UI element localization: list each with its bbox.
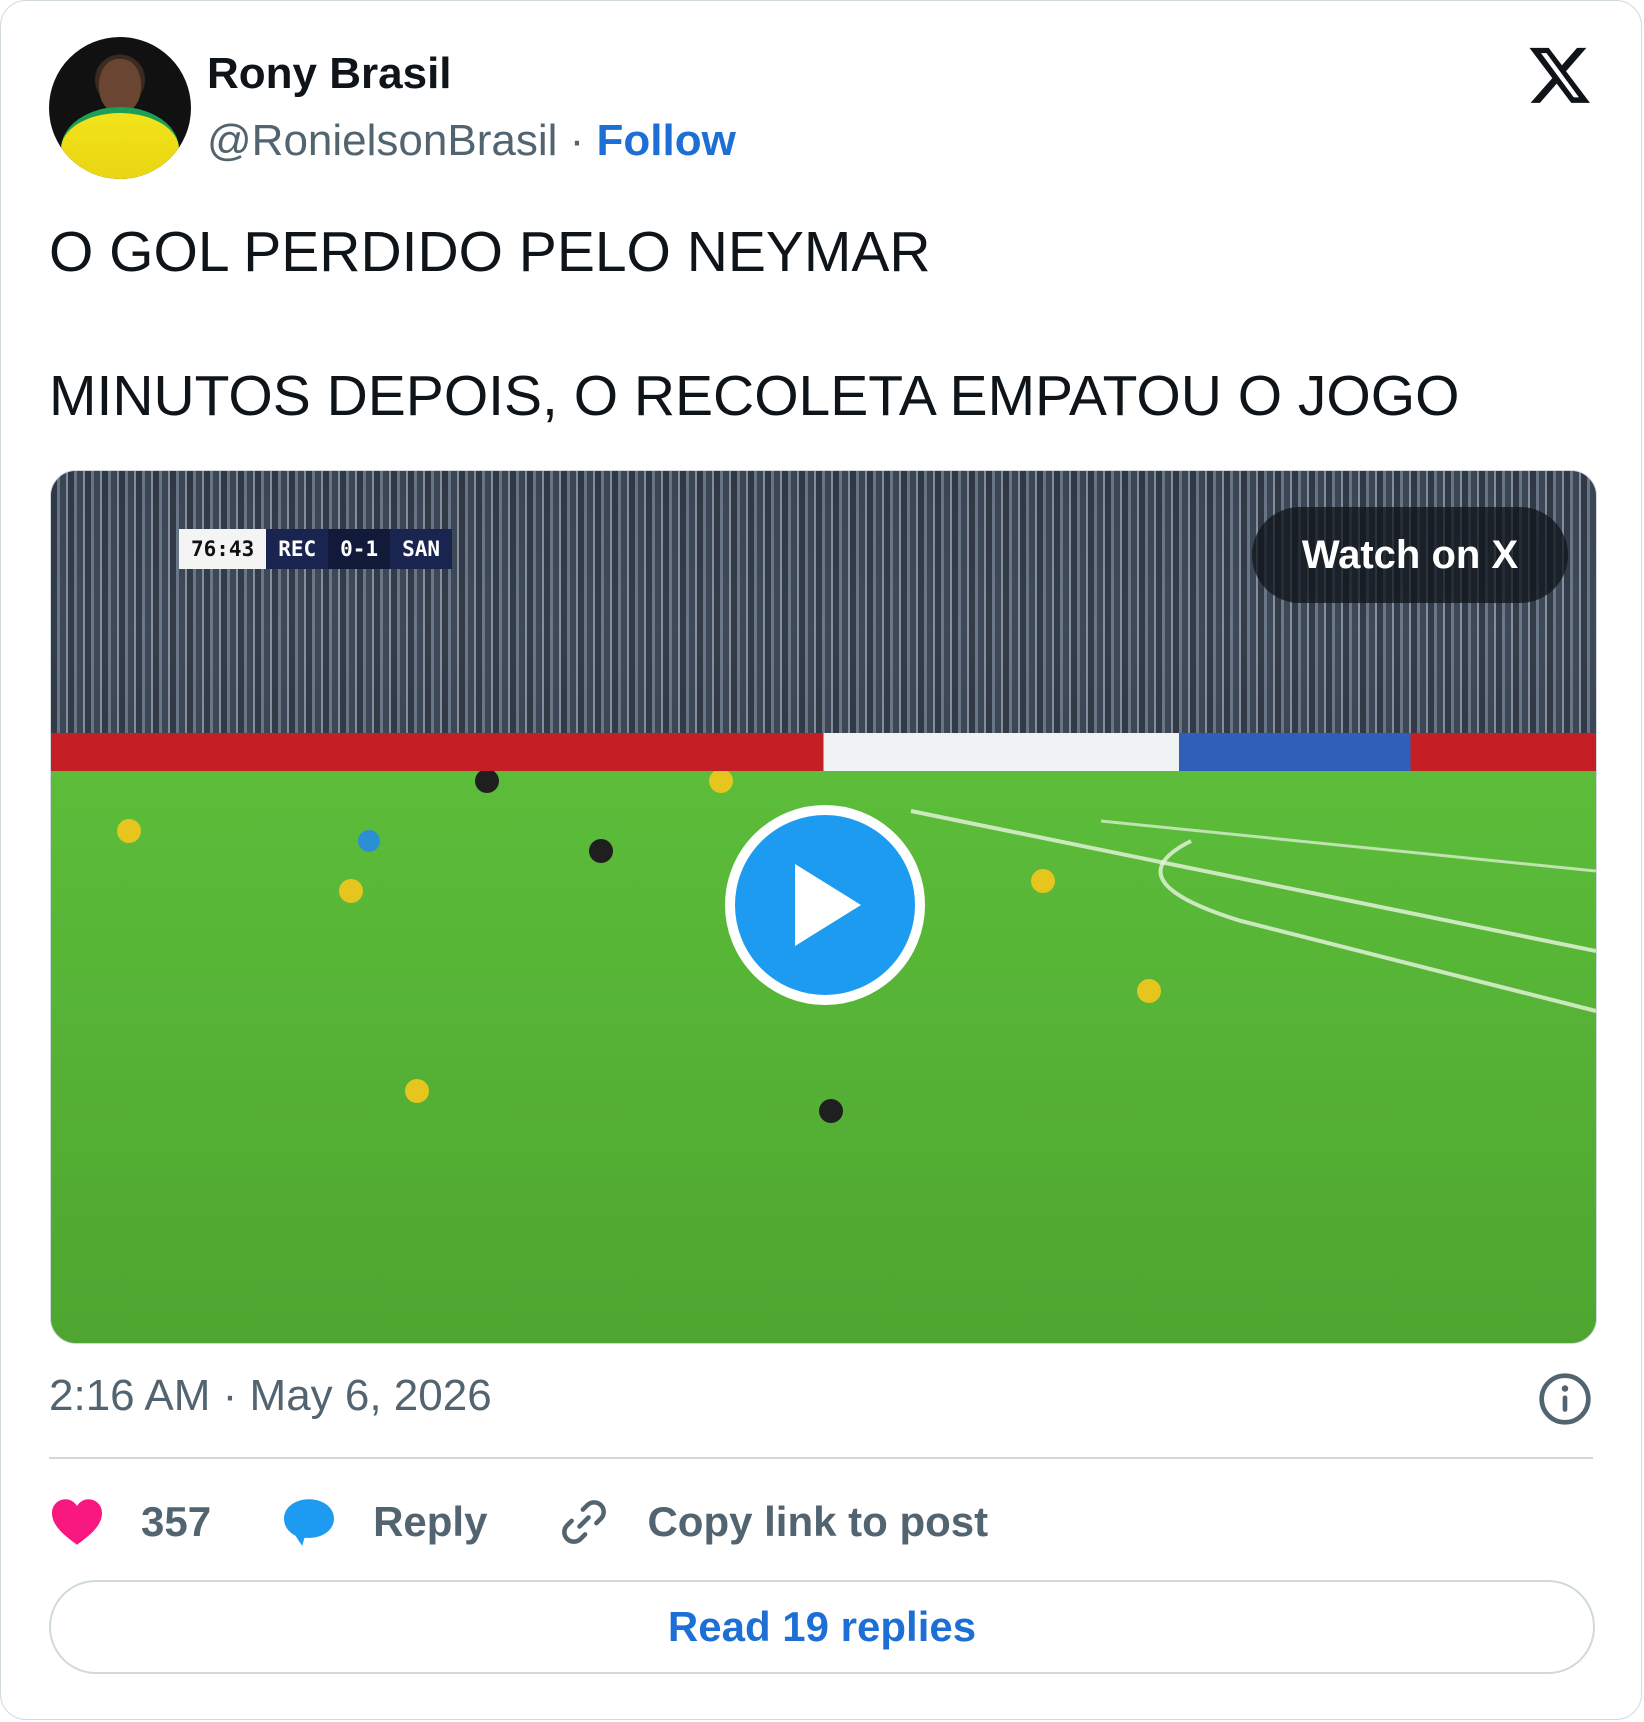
scorebug: 76:43 REC 0-1 SAN <box>179 529 453 569</box>
post-text-line-1: O GOL PERDIDO PELO NEYMAR <box>49 220 931 284</box>
scorebug-away: SAN <box>390 529 453 569</box>
reply-bubble-icon <box>284 1499 335 1546</box>
post-card: Rony Brasil @RonielsonBrasil · Follow O … <box>0 0 1642 1720</box>
avatar-head <box>99 59 141 113</box>
copy-link-button[interactable]: Copy link to post <box>557 1495 988 1549</box>
scorebug-score: 0-1 <box>328 529 391 569</box>
action-bar: 357 Reply Copy link to post <box>49 1487 1058 1557</box>
players-yellow <box>117 769 1161 1103</box>
author-handle-row: @RonielsonBrasil · Follow <box>207 116 736 166</box>
author-name[interactable]: Rony Brasil <box>207 49 452 99</box>
author-handle[interactable]: @RonielsonBrasil <box>207 116 557 165</box>
x-logo-icon[interactable] <box>1527 41 1593 107</box>
referee <box>358 830 380 852</box>
follow-button[interactable]: Follow <box>597 116 736 165</box>
avatar[interactable] <box>49 37 191 179</box>
advertising-boards <box>51 733 1596 773</box>
info-icon[interactable] <box>1537 1371 1593 1427</box>
like-count: 357 <box>141 1498 212 1545</box>
avatar-shirt <box>61 107 179 179</box>
link-icon <box>562 1500 607 1544</box>
read-replies-button[interactable]: Read 19 replies <box>49 1580 1595 1674</box>
like-button[interactable]: 357 <box>49 1497 211 1547</box>
watch-on-x-button[interactable]: Watch on X <box>1252 507 1568 603</box>
reply-label: Reply <box>373 1498 488 1545</box>
play-icon <box>795 864 861 946</box>
post-timestamp[interactable]: 2:16 AM · May 6, 2026 <box>49 1371 492 1421</box>
divider <box>49 1457 1593 1459</box>
handle-separator: · <box>569 116 585 165</box>
post-text-line-2: MINUTOS DEPOIS, O RECOLETA EMPATOU O JOG… <box>49 364 1460 428</box>
scorebug-time: 76:43 <box>179 529 267 569</box>
copy-link-label: Copy link to post <box>647 1498 989 1545</box>
heart-icon <box>52 1499 102 1545</box>
scorebug-home: REC <box>266 529 329 569</box>
play-button[interactable] <box>725 805 925 1005</box>
reply-button[interactable]: Reply <box>281 1497 487 1547</box>
video-media[interactable]: 76:43 REC 0-1 SAN Watch on X <box>50 470 1597 1344</box>
